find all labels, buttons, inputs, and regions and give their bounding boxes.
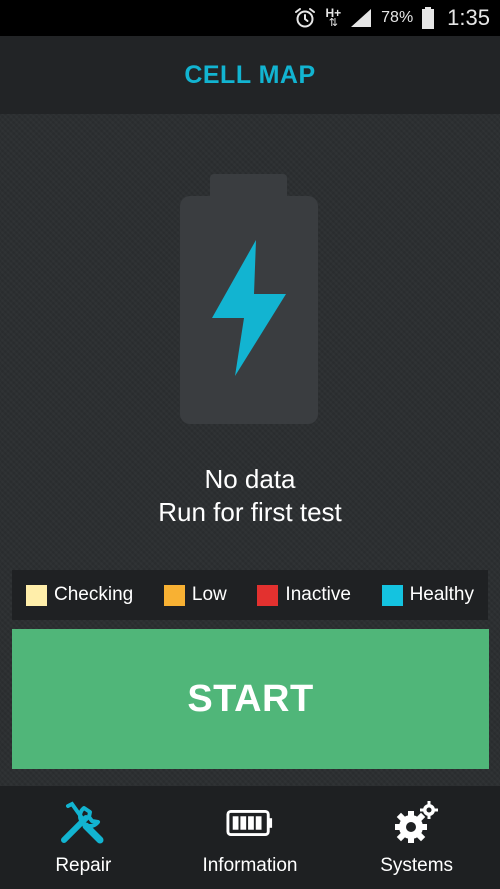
start-button[interactable]: START: [12, 629, 489, 769]
legend-label: Inactive: [285, 584, 351, 605]
no-data-text: No data: [204, 464, 296, 494]
clock: 1:35: [447, 5, 490, 30]
repair-tools-icon: [59, 799, 107, 847]
lightning-bolt-icon: [212, 240, 286, 376]
battery-charging-icon: [180, 174, 318, 424]
nav-label-systems: Systems: [380, 854, 454, 876]
gears-icon: [393, 799, 441, 847]
network-arrows: ⇅: [328, 17, 338, 29]
network-h-plus-icon: H+ ⇅: [325, 7, 341, 29]
status-legend: Checking Low Inactive Healthy: [12, 570, 488, 620]
nav-label-repair: Repair: [55, 854, 112, 876]
nav-item-systems[interactable]: Systems: [337, 788, 497, 888]
legend-item-low: Low: [163, 584, 227, 606]
signal-icon: [349, 7, 373, 29]
alarm-icon: [293, 6, 317, 30]
page-title: CELL MAP: [184, 60, 316, 89]
legend-item-checking: Checking: [26, 584, 133, 606]
legend-item-healthy: Healthy: [381, 584, 474, 606]
legend-label: Checking: [54, 584, 134, 605]
app-header: CELL MAP: [0, 36, 500, 114]
status-bar: H+ ⇅ 78% 1:35: [0, 0, 500, 36]
legend-swatch-checking: [26, 584, 47, 606]
battery-info-icon: [226, 799, 274, 847]
bottom-nav: Repair Information Systems: [0, 786, 500, 889]
nav-label-information: Information: [202, 854, 298, 876]
main-content: No data Run for first test Checking Low …: [0, 114, 500, 786]
run-first-test-text: Run for first test: [158, 497, 342, 527]
battery-icon: [421, 6, 435, 30]
legend-swatch-healthy: [381, 584, 403, 606]
legend-item-inactive: Inactive: [257, 584, 351, 606]
legend-label: Healthy: [409, 584, 474, 605]
nav-item-information[interactable]: Information: [170, 788, 330, 888]
legend-label: Low: [191, 584, 227, 605]
nav-item-repair[interactable]: Repair: [3, 788, 163, 888]
legend-swatch-inactive: [257, 584, 279, 606]
battery-percent: 78%: [381, 9, 414, 26]
legend-swatch-low: [163, 584, 185, 606]
